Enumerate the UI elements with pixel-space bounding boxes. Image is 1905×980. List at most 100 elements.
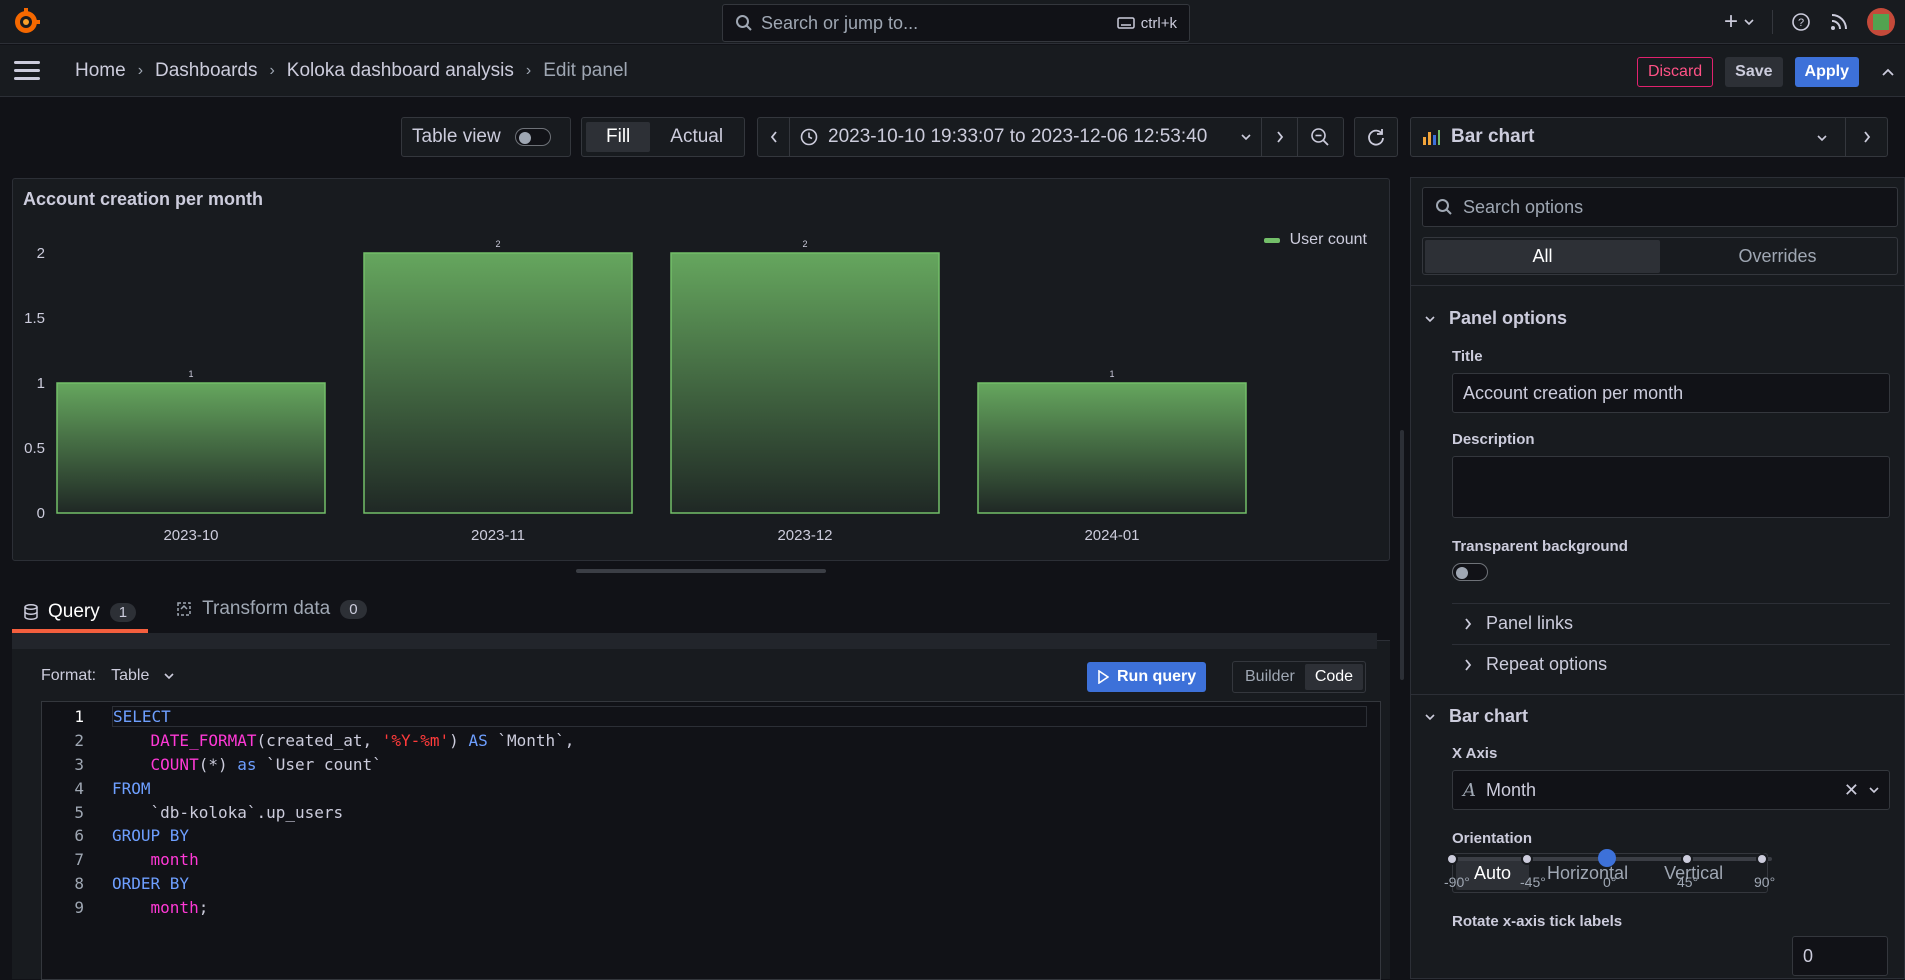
chevron-left-icon	[770, 131, 777, 143]
code-text: SELECT	[112, 706, 1367, 728]
scrollbar[interactable]	[1400, 430, 1404, 680]
tab-overrides[interactable]: Overrides	[1660, 240, 1895, 273]
tab-query-count: 1	[109, 602, 137, 622]
y-tick-label: 1	[37, 375, 45, 392]
chevron-down-icon	[1744, 19, 1754, 26]
slider-mark	[1756, 853, 1768, 865]
sql-code-editor[interactable]: 1 SELECT 2 DATE_FORMAT(created_at, '%Y-%m'…	[41, 701, 1381, 980]
code-line[interactable]: 8 ORDER BY	[42, 872, 1380, 896]
keyboard-icon	[1116, 17, 1135, 29]
title-input-value: Account creation per month	[1463, 382, 1684, 403]
rotate-tick-labels-label: Rotate x-axis tick labels	[1452, 913, 1623, 930]
options-search-placeholder: Search options	[1463, 196, 1584, 217]
code-line[interactable]: 9 month;	[42, 895, 1380, 919]
refresh-button[interactable]	[1354, 117, 1398, 157]
apply-button[interactable]: Apply	[1794, 57, 1859, 87]
save-button[interactable]: Save	[1725, 57, 1783, 87]
breadcrumb-current: Edit panel	[543, 59, 628, 81]
code-line[interactable]: 2 DATE_FORMAT(created_at, '%Y-%m') AS `M…	[42, 729, 1380, 753]
time-back-button[interactable]	[758, 118, 790, 156]
x-tick-label: 2023-10	[163, 527, 218, 544]
description-label: Description	[1452, 431, 1535, 448]
time-range-button[interactable]: 2023-10-10 19:33:07 to 2023-12-06 12:53:…	[790, 118, 1262, 156]
x-axis-select[interactable]: A Month ✕	[1452, 770, 1890, 810]
plus-icon: +	[1723, 8, 1738, 35]
breadcrumb-separator-icon: ›	[525, 61, 532, 79]
chevron-right-icon	[1276, 131, 1283, 143]
breadcrumb-home[interactable]: Home	[75, 60, 126, 82]
chevron-down-icon	[1425, 713, 1435, 720]
time-forward-button[interactable]	[1262, 118, 1298, 156]
panel-links-section[interactable]: Panel links	[1452, 603, 1890, 643]
tab-query[interactable]: Query 1	[12, 601, 149, 633]
panel-options-label: Panel options	[1449, 308, 1568, 328]
breadcrumb-dashboard[interactable]: Koloka dashboard analysis	[287, 60, 514, 82]
chevron-down-icon	[164, 673, 174, 680]
line-number: 5	[74, 802, 84, 822]
table-view-toggle[interactable]: Table view	[401, 117, 571, 157]
title-label: Title	[1452, 348, 1483, 365]
bar	[977, 382, 1247, 514]
bar-chart-options-header[interactable]: Bar chart	[1425, 706, 1528, 727]
orientation-horizontal[interactable]: Horizontal	[1529, 857, 1646, 890]
title-input[interactable]: Account creation per month	[1452, 373, 1890, 413]
transparent-background-label: Transparent background	[1452, 538, 1628, 555]
breadcrumb-dashboards[interactable]: Dashboards	[155, 60, 257, 82]
zoom-out-button[interactable]	[1298, 118, 1342, 156]
bar	[56, 382, 326, 514]
collapse-options-button[interactable]	[1845, 118, 1887, 156]
actual-option[interactable]: Actual	[650, 122, 743, 152]
code-line[interactable]: 1 SELECT	[42, 705, 1380, 729]
visualization-picker[interactable]: Bar chart	[1410, 117, 1888, 157]
transparent-background-switch[interactable]	[1452, 563, 1488, 581]
format-select[interactable]: Format: Table	[41, 667, 174, 685]
code-text: FROM	[112, 778, 151, 798]
code-text: month;	[150, 897, 209, 917]
repeat-options-label: Repeat options	[1486, 654, 1608, 674]
format-label: Format:	[41, 667, 97, 684]
slider-thumb[interactable]	[1598, 849, 1616, 867]
slider-tick-label: -45°	[1520, 874, 1546, 890]
panel-options-header[interactable]: Panel options	[1425, 308, 1567, 329]
search-bar[interactable]: Search or jump to... ctrl+k	[722, 4, 1190, 42]
orientation-label: Orientation	[1452, 830, 1533, 847]
menu-icon[interactable]	[14, 61, 40, 80]
options-search-input[interactable]: Search options	[1422, 187, 1898, 227]
chevron-up-icon[interactable]	[1881, 67, 1895, 77]
grafana-logo-icon[interactable]	[12, 8, 40, 36]
tab-transform-label: Transform data	[202, 598, 331, 619]
svg-text:?: ?	[1798, 17, 1804, 29]
table-view-switch[interactable]	[514, 128, 551, 146]
code-line[interactable]: 5 `db-koloka`.up_users	[42, 800, 1380, 824]
rotate-input-value: 0	[1803, 945, 1814, 966]
repeat-options-section[interactable]: Repeat options	[1452, 644, 1890, 684]
panel-resize-handle[interactable]	[576, 569, 826, 573]
code-line[interactable]: 3 COUNT(*) as `User count`	[42, 753, 1380, 777]
tab-all[interactable]: All	[1425, 239, 1660, 273]
discard-button[interactable]: Discard	[1636, 57, 1714, 87]
rotate-input[interactable]: 0	[1792, 936, 1888, 976]
slider-tick-label: 45°	[1677, 874, 1699, 890]
builder-mode-option[interactable]: Builder	[1235, 664, 1305, 690]
code-line[interactable]: 7 month	[42, 848, 1380, 872]
code-mode-option[interactable]: Code	[1304, 664, 1364, 690]
y-tick-label: 0	[37, 505, 45, 522]
divider	[1772, 10, 1773, 34]
divider	[1411, 694, 1905, 695]
description-textarea[interactable]	[1452, 456, 1890, 518]
fill-option[interactable]: Fill	[586, 122, 651, 152]
code-line[interactable]: 6 GROUP BY	[42, 824, 1380, 848]
top-bar: Search or jump to... ctrl+k + ?	[0, 0, 1905, 44]
search-icon	[1436, 199, 1452, 215]
user-avatar[interactable]	[1867, 8, 1895, 36]
run-query-button[interactable]: Run query	[1087, 662, 1207, 692]
clear-icon[interactable]: ✕	[1844, 780, 1859, 801]
rotate-slider[interactable]	[1446, 849, 1772, 867]
tab-transform[interactable]: Transform data 0	[176, 598, 367, 626]
help-icon[interactable]: ?	[1791, 12, 1811, 32]
panel-preview: Account creation per month User count 00…	[12, 178, 1390, 561]
code-line[interactable]: 4 FROM	[42, 776, 1380, 800]
transform-icon	[177, 602, 191, 616]
add-menu-button[interactable]: +	[1724, 8, 1754, 36]
news-feed-icon[interactable]	[1829, 12, 1849, 32]
